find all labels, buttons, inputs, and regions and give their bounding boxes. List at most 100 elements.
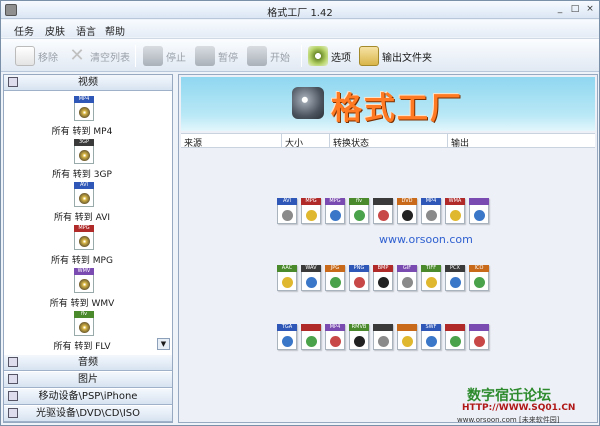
stop-label: 停止 xyxy=(166,52,186,64)
output-folder-button[interactable]: 输出文件夹 xyxy=(359,45,432,67)
section-disc[interactable]: 光驱设备\DVD\CD\ISO xyxy=(4,406,172,422)
conversion-item[interactable]: MP4 所有 转到 MP4 xyxy=(4,96,160,140)
format-icon: MP4 xyxy=(421,198,441,224)
menu-task[interactable]: 任务 xyxy=(14,23,34,38)
disc-section-icon xyxy=(8,408,18,418)
format-glyph-icon xyxy=(354,210,365,221)
format-tag: AVI xyxy=(74,182,94,189)
toolbar-separator xyxy=(301,45,302,67)
format-icon: WAV xyxy=(301,265,321,291)
format-glyph-icon xyxy=(330,210,341,221)
conversion-item[interactable]: flv 所有 转到 FLV xyxy=(4,311,160,354)
format-glyph-icon xyxy=(306,210,317,221)
maximize-button[interactable]: □ xyxy=(568,3,582,16)
section-video[interactable]: 视频 xyxy=(4,75,172,91)
format-icon: TGA xyxy=(277,324,297,350)
menu-help[interactable]: 帮助 xyxy=(105,23,125,38)
column-status[interactable]: 转换状态 xyxy=(333,136,369,149)
format-file-icon: 3GP xyxy=(74,139,94,164)
format-glyph-icon xyxy=(450,277,461,288)
image-section-icon xyxy=(8,374,18,384)
format-icon-tag: JPG xyxy=(325,265,345,272)
audio-section-icon xyxy=(8,357,18,367)
format-icon xyxy=(397,324,417,350)
format-icon-tag xyxy=(301,324,321,331)
format-icon-tag: WAV xyxy=(301,265,321,272)
format-icon-tag: AAC xyxy=(277,265,297,272)
format-icon xyxy=(373,198,393,224)
conversion-label: 所有 转到 3GP xyxy=(52,170,112,180)
stop-button[interactable]: 停止 xyxy=(143,45,186,67)
format-icon: ICO xyxy=(469,265,489,291)
format-glyph-icon xyxy=(474,336,485,347)
remove-button[interactable]: 移除 xyxy=(15,45,58,67)
watermark-center: www.orsoon.com xyxy=(379,233,473,246)
column-size[interactable]: 大小 xyxy=(285,136,303,149)
column-output[interactable]: 输出 xyxy=(451,136,469,149)
banner-logo-text: 格式工厂 xyxy=(331,91,463,127)
format-tag: MP4 xyxy=(74,96,94,103)
app-window: 格式工厂 1.42 _ □ × 任务 皮肤 语言 帮助 移除 ✕ 清空列表 停止… xyxy=(0,0,600,426)
format-glyph-icon xyxy=(378,210,389,221)
conversion-item[interactable]: 3GP 所有 转到 3GP xyxy=(4,139,160,183)
section-disc-label: 光驱设备\DVD\CD\ISO xyxy=(35,408,141,419)
format-icon: BMP xyxy=(373,265,393,291)
watermark-url: HTTP://WWW.SQ01.CN xyxy=(462,403,576,413)
format-glyph-icon xyxy=(282,210,293,221)
format-glyph-icon xyxy=(426,277,437,288)
format-icon-tag: AVI xyxy=(277,198,297,205)
format-icon xyxy=(373,324,393,350)
format-icon: MP4 xyxy=(325,324,345,350)
format-glyph-icon xyxy=(330,277,341,288)
conversion-item[interactable]: MPG 所有 转到 MPG xyxy=(4,225,160,269)
format-glyph-icon xyxy=(282,277,293,288)
format-icon-tag: BMP xyxy=(373,265,393,272)
format-file-icon: AVI xyxy=(74,182,94,207)
banner: 格式工厂 xyxy=(181,77,595,131)
format-icon: PNG xyxy=(349,265,369,291)
minimize-button[interactable]: _ xyxy=(553,3,567,16)
format-icon-tag: GIF xyxy=(397,265,417,272)
format-glyph-icon xyxy=(378,336,389,347)
film-disc-icon xyxy=(79,236,90,247)
section-mobile[interactable]: 移动设备\PSP\iPhone xyxy=(4,389,172,405)
title-bar: 格式工厂 1.42 _ □ × xyxy=(1,1,599,19)
format-icon-tag: TIFF xyxy=(421,265,441,272)
pause-button[interactable]: 暂停 xyxy=(195,45,238,67)
format-icon-tag xyxy=(373,198,393,205)
pause-icon xyxy=(195,46,215,66)
section-image-label: 图片 xyxy=(78,374,98,385)
format-icon xyxy=(445,324,465,350)
clear-list-button[interactable]: ✕ 清空列表 xyxy=(67,45,130,67)
film-disc-icon xyxy=(79,150,90,161)
format-icon: MPG xyxy=(325,198,345,224)
section-video-label: 视频 xyxy=(78,77,98,88)
scroll-down-arrow[interactable]: ▼ xyxy=(157,338,170,350)
format-file-icon: WMV xyxy=(74,268,94,293)
section-image[interactable]: 图片 xyxy=(4,372,172,388)
start-button[interactable]: 开始 xyxy=(247,45,290,67)
conversion-label: 所有 转到 MPG xyxy=(51,256,113,266)
menu-language[interactable]: 语言 xyxy=(76,23,96,38)
section-audio-label: 音频 xyxy=(78,357,98,368)
menu-skin[interactable]: 皮肤 xyxy=(45,23,65,38)
conversion-item[interactable]: WMV 所有 转到 WMV xyxy=(4,268,160,312)
close-button[interactable]: × xyxy=(583,3,597,16)
format-tag: 3GP xyxy=(74,139,94,146)
format-icon-tag xyxy=(445,324,465,331)
format-icon: DVD xyxy=(397,198,417,224)
options-label: 选项 xyxy=(331,52,351,64)
format-icon xyxy=(469,324,489,350)
options-button[interactable]: 选项 xyxy=(308,45,351,67)
format-glyph-icon xyxy=(426,336,437,347)
film-disc-icon xyxy=(79,193,90,204)
format-glyph-icon xyxy=(306,336,317,347)
column-source[interactable]: 来源 xyxy=(184,136,202,149)
conversion-item[interactable]: AVI 所有 转到 AVI xyxy=(4,182,160,226)
format-icon: WMA xyxy=(445,198,465,224)
mobile-section-icon xyxy=(8,391,18,401)
format-glyph-icon xyxy=(282,336,293,347)
section-audio[interactable]: 音频 xyxy=(4,355,172,371)
format-glyph-icon xyxy=(450,210,461,221)
format-glyph-icon xyxy=(474,277,485,288)
